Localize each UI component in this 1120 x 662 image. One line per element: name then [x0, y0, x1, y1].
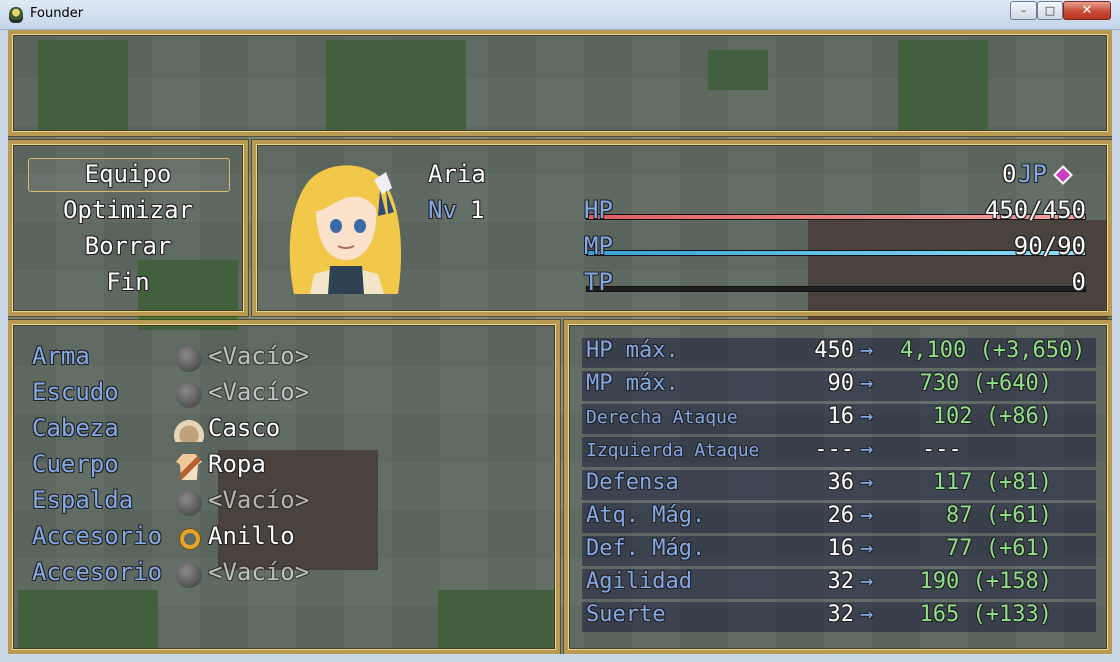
stat-row: MP máx. 90 → 730 (+640) [582, 371, 1096, 401]
stat-current: 32 [827, 602, 855, 627]
minimize-button[interactable]: – [1010, 1, 1037, 20]
right-arrow-icon: → [860, 503, 874, 528]
jp-gem-icon [1053, 165, 1073, 185]
right-arrow-icon: → [860, 338, 874, 363]
stat-new: 117 (+81) [932, 470, 1052, 495]
app-icon [9, 7, 23, 23]
stat-row: Derecha Ataque 16 → 102 (+86) [582, 404, 1096, 434]
window-titlebar[interactable]: Founder – □ ✕ [0, 0, 1120, 30]
right-arrow-icon: → [860, 371, 874, 396]
stat-current: 90 [827, 371, 855, 396]
robe-icon [176, 454, 202, 480]
stat-new: 4,100 (+3,650) [900, 338, 1086, 363]
right-arrow-icon: → [860, 569, 874, 594]
hp-value: 450/450 [984, 196, 1086, 224]
slot-label[interactable]: Arma [32, 342, 90, 370]
right-arrow-icon: → [860, 602, 874, 627]
stat-name: Derecha Ataque [586, 407, 738, 428]
stat-new: 165 (+133) [919, 602, 1052, 627]
stat-name: Def. Mág. [586, 536, 706, 561]
stat-new: 102 (+86) [932, 404, 1052, 429]
stat-row: Agilidad 32 → 190 (+158) [582, 569, 1096, 599]
command-equip[interactable]: Equipo [12, 160, 244, 188]
command-window: Equipo Optimizar Borrar Fin [8, 140, 248, 316]
slot-label[interactable]: Cabeza [32, 414, 119, 442]
empty-slot-icon [176, 562, 202, 588]
slot-item[interactable]: <Vacío> [208, 558, 309, 586]
maximize-button[interactable]: □ [1037, 1, 1063, 20]
ring-icon [180, 529, 200, 549]
stat-current: 36 [827, 470, 855, 495]
stat-new: 77 (+61) [946, 536, 1052, 561]
slot-item[interactable]: Ropa [208, 450, 266, 478]
command-clear[interactable]: Borrar [12, 232, 244, 260]
stat-new: --- [922, 437, 962, 462]
close-button[interactable]: ✕ [1063, 1, 1111, 20]
stat-row: Atq. Mág. 26 → 87 (+61) [582, 503, 1096, 533]
level-label: Nv [428, 196, 457, 224]
empty-slot-icon [176, 490, 202, 516]
tp-value: 0 [1071, 268, 1086, 296]
right-arrow-icon: → [860, 470, 874, 495]
param-window: HP máx. 450 → 4,100 (+3,650) MP máx. 90 … [564, 320, 1112, 654]
stat-row: HP máx. 450 → 4,100 (+3,650) [582, 338, 1096, 368]
stat-row: Izquierda Ataque --- → --- [582, 437, 1096, 467]
empty-slot-icon [176, 382, 202, 408]
stat-row: Suerte 32 → 165 (+133) [582, 602, 1096, 632]
status-window: Aria Nv 1 0 JP HP 450/450 MP 90/90 TP 0 [252, 140, 1112, 316]
helmet-icon [174, 420, 204, 442]
jp-value: 0 [1002, 160, 1017, 188]
tp-label: TP [584, 268, 613, 296]
actor-portrait [289, 165, 402, 294]
mp-label: MP [584, 232, 613, 260]
right-arrow-icon: → [860, 437, 874, 462]
help-window [8, 30, 1112, 136]
slot-label[interactable]: Escudo [32, 378, 119, 406]
stat-new: 190 (+158) [919, 569, 1052, 594]
stat-row: Def. Mág. 16 → 77 (+61) [582, 536, 1096, 566]
slot-label[interactable]: Accesorio [32, 558, 162, 586]
command-finish[interactable]: Fin [12, 268, 244, 296]
hp-label: HP [584, 196, 613, 224]
stat-row: Defensa 36 → 117 (+81) [582, 470, 1096, 500]
slot-item[interactable]: <Vacío> [208, 342, 309, 370]
empty-slot-icon [176, 346, 202, 372]
stat-new: 730 (+640) [919, 371, 1052, 396]
command-optimize[interactable]: Optimizar [12, 196, 244, 224]
slot-item[interactable]: Anillo [208, 522, 295, 550]
stat-new: 87 (+61) [946, 503, 1052, 528]
stat-name: Izquierda Ataque [586, 440, 760, 461]
stat-current: 32 [827, 569, 855, 594]
mp-value: 90/90 [1013, 232, 1086, 260]
stat-name: HP máx. [586, 338, 679, 363]
stat-current: --- [814, 437, 854, 462]
stat-current: 26 [827, 503, 855, 528]
window-title: Founder [30, 6, 84, 21]
stat-name: Defensa [586, 470, 679, 495]
stat-current: 16 [827, 404, 855, 429]
jp-label: JP [1018, 160, 1047, 188]
slot-label[interactable]: Accesorio [32, 522, 162, 550]
stat-name: MP máx. [586, 371, 679, 396]
slot-item[interactable]: Casco [208, 414, 280, 442]
slot-label[interactable]: Cuerpo [32, 450, 119, 478]
stat-name: Suerte [586, 602, 666, 627]
slot-item[interactable]: <Vacío> [208, 378, 309, 406]
slot-item[interactable]: <Vacío> [208, 486, 309, 514]
stat-current: 450 [814, 338, 854, 363]
actor-name: Aria [428, 160, 486, 188]
stat-name: Agilidad [586, 569, 692, 594]
stat-name: Atq. Mág. [586, 503, 706, 528]
slot-label[interactable]: Espalda [32, 486, 133, 514]
actor-level: 1 [470, 196, 485, 224]
game-screen: Equipo Optimizar Borrar Fin Aria Nv 1 0 … [8, 30, 1112, 654]
right-arrow-icon: → [860, 536, 874, 561]
equip-slot-window: Arma <Vacío> Escudo <Vacío> Cabeza Casco… [8, 320, 560, 654]
right-arrow-icon: → [860, 404, 874, 429]
stat-current: 16 [827, 536, 855, 561]
